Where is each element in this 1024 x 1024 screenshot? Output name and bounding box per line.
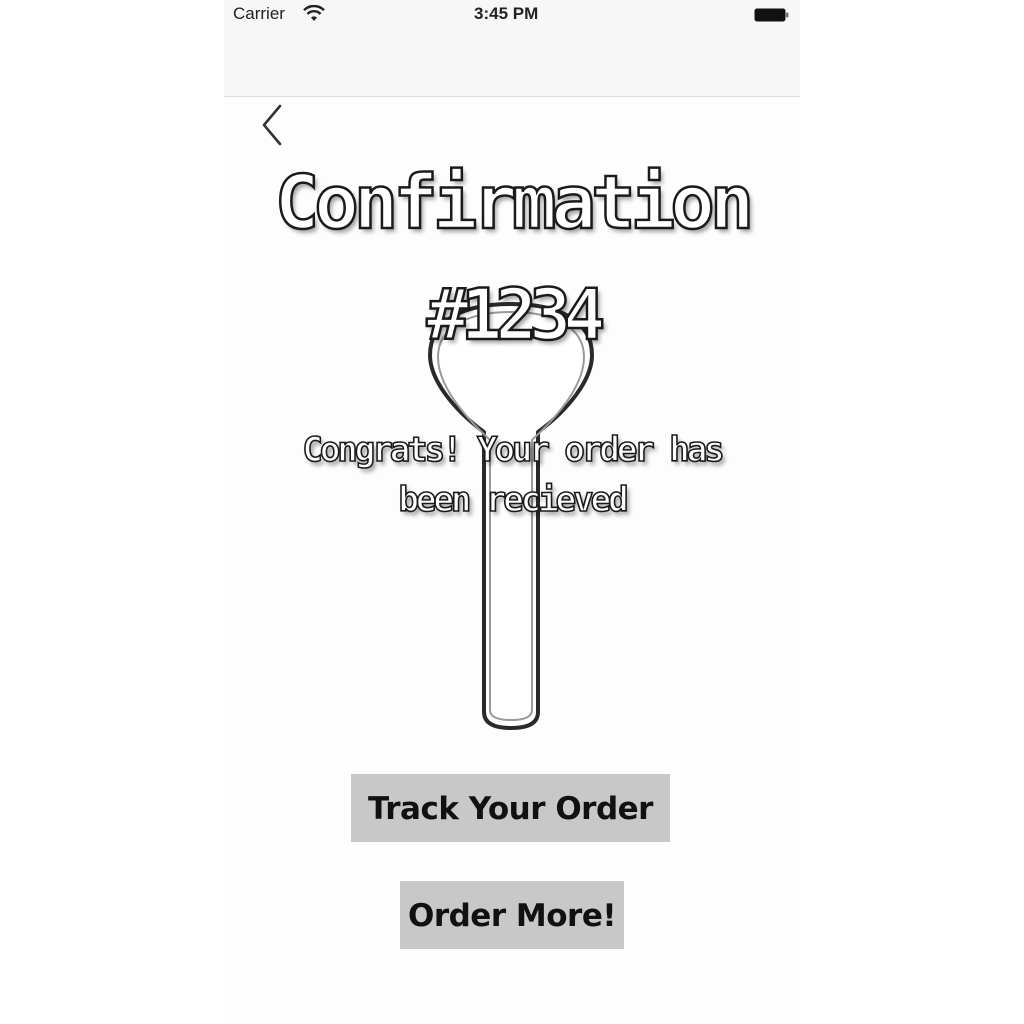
phone-screen: Carrier 3:45 PM Confirmation #1234 Congr… (224, 0, 800, 1024)
order-number: #1234 (425, 274, 606, 357)
wifi-icon (303, 5, 325, 21)
back-chevron-icon[interactable] (254, 100, 294, 150)
confirmation-title: Confirmation (273, 159, 755, 248)
track-your-order-button[interactable]: Track Your Order (351, 774, 670, 842)
battery-icon (754, 8, 789, 22)
carrier-label: Carrier (233, 4, 285, 23)
navigation-bar (224, 30, 800, 97)
order-more-button[interactable]: Order More! (400, 881, 624, 949)
status-time: 3:45 PM (474, 4, 539, 23)
order-received-message: Congrats! Your order has been recieved (302, 429, 726, 521)
status-bar: Carrier 3:45 PM (224, 0, 800, 30)
